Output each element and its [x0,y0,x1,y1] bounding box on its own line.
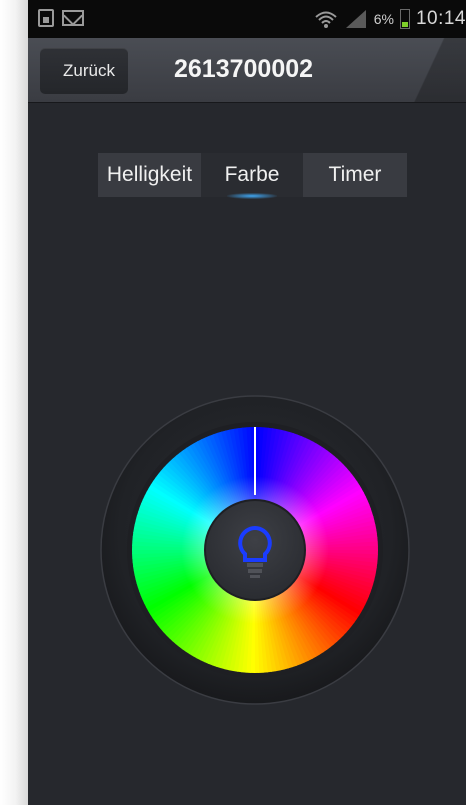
action-bar-decoration [376,38,466,102]
battery-percent: 6% [373,11,394,27]
tab-label: Helligkeit [106,163,193,186]
back-button[interactable]: Zurück [40,48,128,94]
left-shadow [0,0,28,805]
mail-icon [62,10,84,26]
tab-helligkeit[interactable]: Helligkeit [98,153,201,197]
cell-signal-icon [345,10,366,28]
status-indicators: 6% 10:14 [314,6,466,32]
selected-tab-indicator [227,193,277,199]
wifi-icon [315,11,337,28]
power-button[interactable] [204,499,306,601]
sim-card-icon [38,9,54,27]
tab-bar: Helligkeit Farbe Timer [98,153,407,199]
notification-icons [38,9,84,27]
battery-charging-icon [399,9,410,29]
color-wheel-bezel [100,395,410,705]
status-bar: 6% 10:14 [28,0,466,38]
tab-timer[interactable]: Timer [303,153,407,197]
app-screen: 6% 10:14 Zurück 2613700002 Helligkeit Fa… [28,0,466,805]
tab-farbe[interactable]: Farbe [201,153,303,199]
color-wheel-control [100,395,410,705]
page-title: 2613700002 [174,55,314,83]
tab-label: Timer [328,163,382,186]
action-bar: Zurück 2613700002 [28,38,466,103]
tab-label: Farbe [224,163,280,186]
clock: 10:14 [415,8,466,29]
